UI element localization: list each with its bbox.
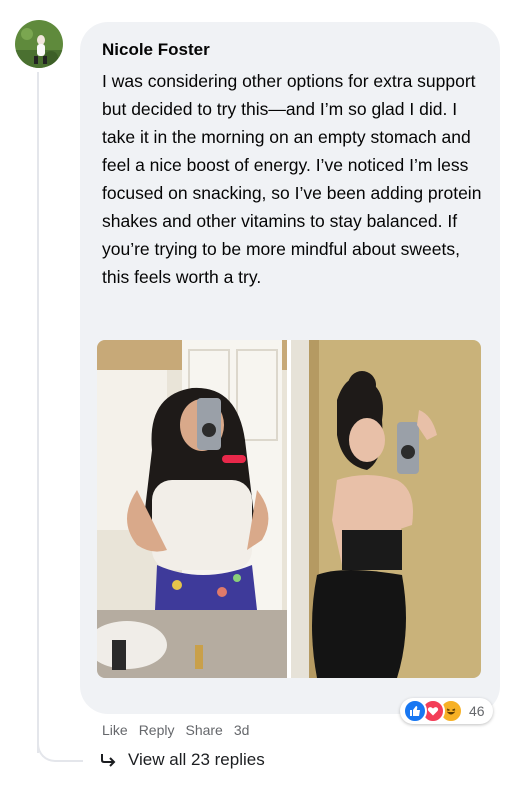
avatar[interactable] xyxy=(15,20,63,68)
share-button[interactable]: Share xyxy=(185,722,222,738)
thread-line xyxy=(37,72,39,753)
thread-connector xyxy=(37,720,83,762)
like-icon xyxy=(403,699,427,723)
reaction-count: 46 xyxy=(469,703,485,719)
reactions-summary[interactable]: 46 xyxy=(400,698,493,724)
avatar-image xyxy=(15,20,63,68)
before-after-photo xyxy=(97,340,481,678)
comment-photo[interactable] xyxy=(97,340,481,678)
author-name[interactable]: Nicole Foster xyxy=(102,40,210,60)
comment-bubble: Nicole Foster I was considering other op… xyxy=(80,22,500,714)
like-button[interactable]: Like xyxy=(102,722,128,738)
view-replies-label[interactable]: View all 23 replies xyxy=(128,750,265,770)
reply-arrow-icon xyxy=(101,754,116,767)
comment-actions: Like Reply Share 3d xyxy=(102,722,249,738)
reply-button[interactable]: Reply xyxy=(139,722,175,738)
timestamp[interactable]: 3d xyxy=(234,722,250,738)
view-replies-link[interactable]: View all 23 replies xyxy=(100,750,265,770)
comment-text: I was considering other options for extr… xyxy=(102,71,482,287)
